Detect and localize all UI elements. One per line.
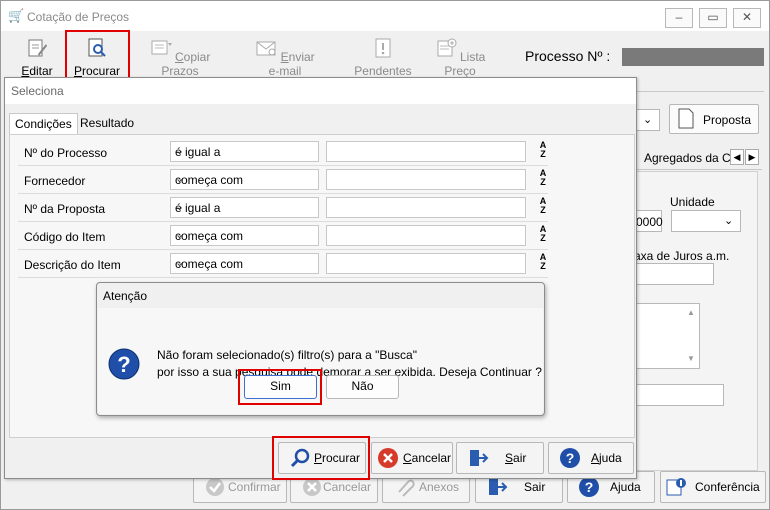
editar-label: Editar (21, 64, 53, 78)
operator-select[interactable]: começa com ⌄ (170, 225, 319, 246)
question-icon: ? (108, 348, 140, 380)
highlight-procurar-button (272, 436, 370, 480)
filter-row-processo: Nº do Processo é igual a ⌄ AZ (18, 139, 548, 166)
email-icon (256, 41, 276, 56)
tab-condicoes[interactable]: Condições (9, 113, 78, 134)
filter-row-descricao-item: Descrição do Item começa com ⌄ AZ (18, 251, 548, 278)
cart-icon: 🛒 (8, 8, 25, 23)
cancel-icon (378, 448, 398, 468)
filter-label: Fornecedor (24, 174, 86, 188)
seleciona-title-bar: Seleciona (5, 78, 636, 104)
tab-scroll-right[interactable]: ▶ (745, 149, 759, 165)
close-button[interactable]: ✕ (733, 8, 761, 28)
unidade-label: Unidade (670, 195, 715, 209)
pendentes-button[interactable]: Pendentes (353, 34, 413, 78)
filter-value-input[interactable] (326, 141, 526, 162)
filter-row-codigo-item: Código do Item começa com ⌄ AZ (18, 223, 548, 250)
highlight-sim-button (238, 369, 322, 405)
tab-scroll-left[interactable]: ◀ (730, 149, 744, 165)
bg-textarea[interactable]: ▲ ▼ (634, 303, 700, 369)
exit-icon (489, 479, 508, 495)
edit-icon (28, 39, 47, 57)
window-title: Cotação de Preços (27, 10, 130, 24)
ajuda-button[interactable]: ? Ajuda (548, 442, 634, 474)
copy-dates-icon (151, 40, 172, 55)
seleciona-dialog: Seleciona Condições Resultado Nº do Proc… (4, 77, 637, 480)
price-list-icon (437, 38, 457, 57)
document-icon (678, 108, 694, 129)
sort-icon[interactable]: AZ (534, 225, 552, 244)
taxa-juros-field[interactable] (634, 263, 714, 285)
help-icon: ? (560, 448, 580, 468)
highlight-toolbar-procurar (65, 30, 130, 82)
filter-value-input[interactable] (326, 169, 526, 190)
seleciona-title: Seleciona (11, 84, 64, 98)
exit-icon (470, 450, 489, 466)
title-bar: 🛒 Cotação de Preços – ▭ ✕ (1, 1, 769, 31)
enviar-email-button[interactable]: Enviar e-mail (249, 34, 321, 78)
sort-icon[interactable]: AZ (534, 169, 552, 188)
operator-select[interactable]: começa com ⌄ (170, 253, 319, 274)
paperclip-icon (398, 479, 415, 497)
chevron-down-icon: ⌄ (175, 257, 185, 269)
lista-preco-button[interactable]: Lista Preço (429, 34, 491, 78)
sort-icon[interactable]: AZ (534, 141, 552, 160)
tab-resultado[interactable]: Resultado (75, 113, 139, 133)
pendentes-label: Pendentes (354, 64, 412, 78)
divider (634, 91, 764, 92)
editar-button[interactable]: Editar (13, 34, 61, 78)
bg-value-field[interactable]: 0000 (634, 210, 663, 232)
filter-row-fornecedor: Fornecedor começa com ⌄ AZ (18, 167, 548, 194)
sort-icon[interactable]: AZ (534, 197, 552, 216)
help-icon: ? (579, 477, 599, 497)
pending-icon (375, 38, 391, 58)
chevron-down-icon: ⌄ (175, 229, 185, 241)
unidade-select[interactable]: ⌄ (671, 210, 741, 232)
svg-text:?: ? (117, 352, 130, 377)
sair-button-label: Sair (505, 451, 527, 465)
copiar-prazos-button[interactable]: Copiar Prazos (141, 34, 219, 78)
bg-tab-strip: Agregados da C ◀ ▶ (634, 147, 762, 170)
filter-row-proposta: Nº da Proposta é igual a ⌄ AZ (18, 195, 548, 222)
ajuda-button-label: Ajuda (591, 451, 622, 465)
cancelar-button[interactable]: Cancelar (371, 442, 453, 474)
processo-field[interactable] (622, 48, 764, 66)
check-icon (206, 478, 224, 496)
chevron-down-icon: ⌄ (175, 145, 185, 157)
svg-text:?: ? (566, 450, 575, 466)
cancelar-button-label: Cancelar (403, 451, 452, 465)
maximize-button[interactable]: ▭ (699, 8, 727, 28)
sair-button[interactable]: Sair (456, 442, 544, 474)
atencao-body: ? Não foram selecionado(s) filtro(s) par… (98, 308, 543, 414)
atencao-title: Atenção (103, 289, 148, 303)
taxa-juros-label: axa de Juros a.m. (634, 249, 730, 263)
main-window: 🛒 Cotação de Preços – ▭ ✕ Editar Procura… (0, 0, 770, 510)
bg-field[interactable] (634, 384, 724, 406)
filter-value-input[interactable] (326, 197, 526, 218)
conferencia-icon (666, 478, 686, 496)
chevron-down-icon: ⌄ (175, 201, 185, 213)
filter-label: Código do Item (24, 230, 106, 244)
atencao-message-line1: Não foram selecionado(s) filtro(s) para … (157, 348, 417, 362)
filter-value-input[interactable] (326, 225, 526, 246)
chevron-down-icon: ⌄ (175, 173, 185, 185)
atencao-dialog: Atenção ? Não foram selecionado(s) filtr… (96, 282, 545, 416)
svg-text:?: ? (585, 479, 594, 495)
proposta-button[interactable]: Proposta (669, 104, 759, 134)
operator-select[interactable]: começa com ⌄ (170, 169, 319, 190)
bg-dropdown[interactable]: ⌄ (634, 109, 660, 131)
filter-value-input[interactable] (326, 253, 526, 274)
operator-select[interactable]: é igual a ⌄ (170, 141, 319, 162)
nao-button[interactable]: Não (326, 375, 399, 399)
sort-icon[interactable]: AZ (534, 253, 552, 272)
filter-label: Nº da Proposta (24, 202, 106, 216)
tab-agregados[interactable]: Agregados da C (644, 151, 731, 165)
operator-select[interactable]: é igual a ⌄ (170, 197, 319, 218)
proposta-label: Proposta (703, 113, 752, 127)
filter-label: Descrição do Item (24, 258, 121, 272)
filter-label: Nº do Processo (24, 146, 108, 160)
processo-label: Processo Nº : (525, 48, 611, 64)
minimize-button[interactable]: – (665, 8, 693, 28)
conferencia-button[interactable]: Conferência (660, 471, 766, 503)
